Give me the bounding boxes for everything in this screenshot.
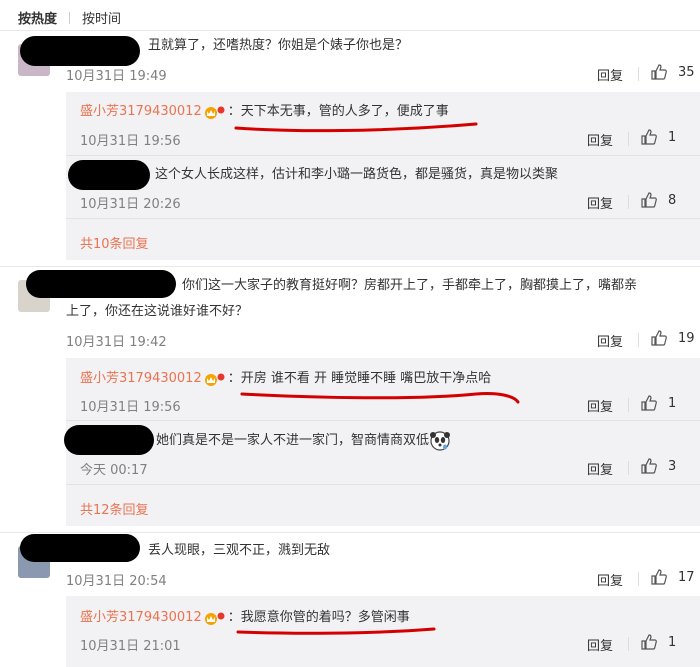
more-replies-link[interactable]: 共12条回复 xyxy=(80,499,149,518)
like-button[interactable]: 3 xyxy=(640,457,676,475)
comment-time: 10月31日 19:42 xyxy=(66,335,167,350)
like-button[interactable]: 1 xyxy=(640,394,676,412)
redaction-mark xyxy=(20,36,140,66)
divider xyxy=(638,67,639,81)
reply-username[interactable]: 盛小芳3179430012 xyxy=(80,102,202,122)
redaction-mark xyxy=(64,425,154,455)
divider xyxy=(628,461,629,475)
like-count: 1 xyxy=(668,129,677,145)
comment-text-line2: 上了，你还在这说谁好谁不好？ xyxy=(66,304,249,319)
redaction-mark xyxy=(26,270,176,298)
reply-text: 她们真是不是一家人不进一家门，智商情商双低 xyxy=(156,433,430,448)
like-button[interactable]: 17 xyxy=(650,568,695,586)
divider xyxy=(628,637,629,651)
vip-crown-icon xyxy=(204,104,226,120)
thumbs-up-icon xyxy=(651,569,667,585)
redaction-mark xyxy=(68,160,150,190)
reply-time: 10月31日 20:26 xyxy=(80,197,181,212)
like-button[interactable]: 1 xyxy=(640,633,676,651)
sort-by-time-tab[interactable]: 按时间 xyxy=(82,8,121,27)
vip-crown-icon xyxy=(204,610,226,626)
divider xyxy=(628,398,629,412)
thumbs-up-icon xyxy=(641,458,657,474)
divider xyxy=(628,195,629,209)
comment-text: 丢人现眼，三观不正，溅到无敌 xyxy=(148,543,331,558)
reply-time: 10月31日 21:01 xyxy=(80,639,181,654)
thumbs-up-icon xyxy=(641,634,657,650)
reply-button[interactable]: 回复 xyxy=(587,193,613,212)
like-count: 3 xyxy=(668,458,677,474)
like-button[interactable]: 1 xyxy=(640,128,676,146)
divider xyxy=(628,132,629,146)
reply-button[interactable]: 回复 xyxy=(587,459,613,478)
divider xyxy=(638,572,639,586)
reply-button[interactable]: 回复 xyxy=(587,635,613,654)
reply-time: 10月31日 19:56 xyxy=(80,134,181,149)
thumbs-up-icon xyxy=(641,395,657,411)
red-underline-annotation xyxy=(236,627,436,635)
like-count: 1 xyxy=(668,634,677,650)
divider xyxy=(0,30,700,31)
reply-username[interactable]: 盛小芳3179430012 xyxy=(80,608,202,628)
sort-tabs: 按热度 按时间 xyxy=(18,8,121,27)
redaction-mark xyxy=(20,534,140,562)
reply-time: 10月31日 19:56 xyxy=(80,400,181,415)
vip-crown-icon xyxy=(204,371,226,387)
panda-emoji-icon xyxy=(430,431,451,451)
like-count: 35 xyxy=(678,64,695,80)
red-underline-annotation xyxy=(240,392,520,404)
like-button[interactable]: 8 xyxy=(640,191,676,209)
divider xyxy=(0,532,700,533)
divider xyxy=(66,218,700,219)
reply-button[interactable]: 回复 xyxy=(597,570,623,589)
thumbs-up-icon xyxy=(651,64,667,80)
like-button[interactable]: 35 xyxy=(650,63,695,81)
divider xyxy=(69,11,71,24)
comment-time: 10月31日 20:54 xyxy=(66,574,167,589)
divider xyxy=(638,333,639,347)
reply-button[interactable]: 回复 xyxy=(587,396,613,415)
thumbs-up-icon xyxy=(641,129,657,145)
like-count: 19 xyxy=(678,330,695,346)
comment-text-line1: 你们这一大家子的教育挺好啊？房都开上了，手都牵上了，胸都摸上了，嘴都亲 xyxy=(182,278,638,293)
reply-button[interactable]: 回复 xyxy=(587,130,613,149)
divider xyxy=(66,420,700,421)
comment-time: 10月31日 19:49 xyxy=(66,69,167,84)
like-count: 17 xyxy=(678,569,695,585)
reply-button[interactable]: 回复 xyxy=(597,65,623,84)
reply-text: 这个女人长成这样，估计和李小璐一路货色，都是骚货，真是物以类聚 xyxy=(155,167,559,182)
divider xyxy=(66,484,700,485)
divider xyxy=(0,266,700,267)
red-underline-annotation xyxy=(234,122,478,133)
comment-text: 丑就算了，还嗜热度？你姐是个婊子你也是？ xyxy=(148,38,409,53)
reply-time: 今天 00:17 xyxy=(80,463,148,478)
thumbs-up-icon xyxy=(641,192,657,208)
more-replies-link[interactable]: 共10条回复 xyxy=(80,233,149,252)
reply-item: 她们真是不是一家人不进一家门，智商情商双低 xyxy=(156,429,451,453)
reply-button[interactable]: 回复 xyxy=(597,331,623,350)
like-count: 8 xyxy=(668,192,677,208)
sort-by-hot-tab[interactable]: 按热度 xyxy=(18,8,57,27)
divider xyxy=(66,155,700,156)
like-count: 1 xyxy=(668,395,677,411)
thumbs-up-icon xyxy=(651,330,667,346)
like-button[interactable]: 19 xyxy=(650,329,695,347)
reply-username[interactable]: 盛小芳3179430012 xyxy=(80,369,202,389)
